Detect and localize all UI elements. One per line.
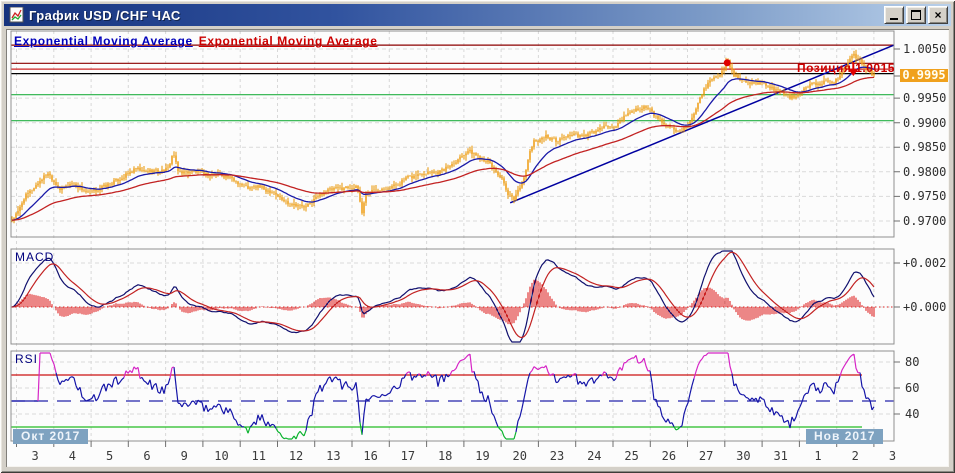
position-label-text: Позиция: [797, 61, 852, 75]
position-label: Позиция 1.0015: [797, 61, 895, 75]
x-axis-day-label-14: 23: [549, 449, 565, 463]
chart-window: График USD /CHF ЧАС × Exponential Moving…: [0, 0, 955, 473]
close-button[interactable]: ×: [928, 6, 948, 24]
x-axis-day-label-7: 12: [288, 449, 304, 463]
chart-canvas: [10, 30, 900, 447]
x-axis-day-label-21: 1: [814, 449, 822, 463]
x-axis-day-label-22: 2: [851, 449, 859, 463]
x-axis-day-label-3: 6: [143, 449, 151, 463]
window-title: График USD /CHF ЧАС: [29, 7, 181, 23]
maximize-icon: [911, 10, 921, 20]
x-axis-day-label-12: 19: [475, 449, 490, 463]
x-axis-day-label-1: 4: [68, 449, 76, 463]
macd-tick-label-1: +0.000: [903, 300, 947, 314]
candle-bodies: [13, 53, 875, 221]
price-tick-label-3: 0.9850: [903, 140, 947, 155]
rsi-line: [12, 367, 875, 435]
legend-ema-fast: Exponential Moving Average: [14, 34, 193, 48]
month-badge-oct: Окт 2017: [13, 429, 89, 444]
x-axis-day-label-17: 26: [661, 449, 677, 463]
macd-tick-label-0: +0.002: [903, 256, 947, 270]
x-axis-day-label-11: 18: [437, 449, 453, 463]
x-axis-day-label-10: 17: [400, 449, 416, 463]
x-axis-day-label-20: 31: [773, 449, 788, 463]
rsi-line: [37, 352, 861, 402]
axis-tick-marks: [16, 48, 900, 447]
price-tick-label-1: 0.9950: [903, 91, 947, 106]
candle-wicks: [11, 49, 875, 224]
x-axis-day-label-0: 3: [31, 449, 39, 463]
x-axis-day-label-15: 24: [587, 449, 602, 463]
current-price-tag: 0.9995: [900, 69, 948, 82]
indicator-legend: Exponential Moving Average Exponential Mo…: [14, 34, 378, 48]
chart-client-area: Exponential Moving Average Exponential Mo…: [6, 29, 949, 467]
x-axis-day-label-4: 9: [180, 449, 188, 463]
macd-line: [11, 250, 875, 343]
x-axis-day-label-13: 20: [512, 449, 527, 463]
x-axis-day-label-23: 3: [888, 449, 897, 463]
rsi-label: RSI: [15, 352, 39, 366]
ema-fast-line: [11, 66, 875, 221]
value-gridlines: [11, 48, 894, 415]
titlebar[interactable]: График USD /CHF ЧАС ×: [4, 4, 951, 26]
price-tick-label-6: 0.9700: [903, 213, 947, 228]
entry-dot-marker: [723, 59, 731, 67]
x-axis-day-label-5: 10: [214, 449, 229, 463]
x-axis-day-label-8: 13: [326, 449, 341, 463]
price-tick-label-4: 0.9800: [903, 164, 947, 179]
rsi-line: [243, 422, 681, 440]
macd-label: MACD: [15, 250, 55, 264]
ema-slow-line: [11, 76, 875, 221]
rsi-tick-label-0: 80: [905, 355, 920, 369]
close-icon: ×: [934, 8, 942, 22]
minimize-button[interactable]: [884, 6, 904, 24]
maximize-button[interactable]: [906, 6, 926, 24]
rsi-tick-label-1: 60: [905, 381, 920, 395]
x-axis-day-label-18: 27: [698, 449, 714, 463]
x-axis-day-label-9: 16: [363, 449, 378, 463]
price-plot-area[interactable]: [10, 30, 895, 238]
minimize-icon: [890, 18, 898, 20]
x-axis-day-label-16: 25: [624, 449, 639, 463]
position-value: 1.0015: [855, 61, 895, 75]
legend-ema-slow: Exponential Moving Average: [198, 34, 378, 48]
x-axis-day-label-19: 30: [736, 449, 751, 463]
price-tick-label-0: 1.0050: [903, 42, 947, 56]
x-axis-day-label-2: 5: [106, 449, 114, 463]
chart-icon: [9, 6, 25, 23]
rsi-tick-label-2: 40: [905, 407, 920, 421]
x-axis-day-label-6: 11: [251, 449, 266, 463]
macd-signal-line: [11, 251, 875, 339]
month-badge-nov: Нов 2017: [806, 429, 884, 444]
price-tick-label-5: 0.9750: [903, 189, 947, 204]
price-tick-label-2: 0.9900: [903, 115, 947, 130]
